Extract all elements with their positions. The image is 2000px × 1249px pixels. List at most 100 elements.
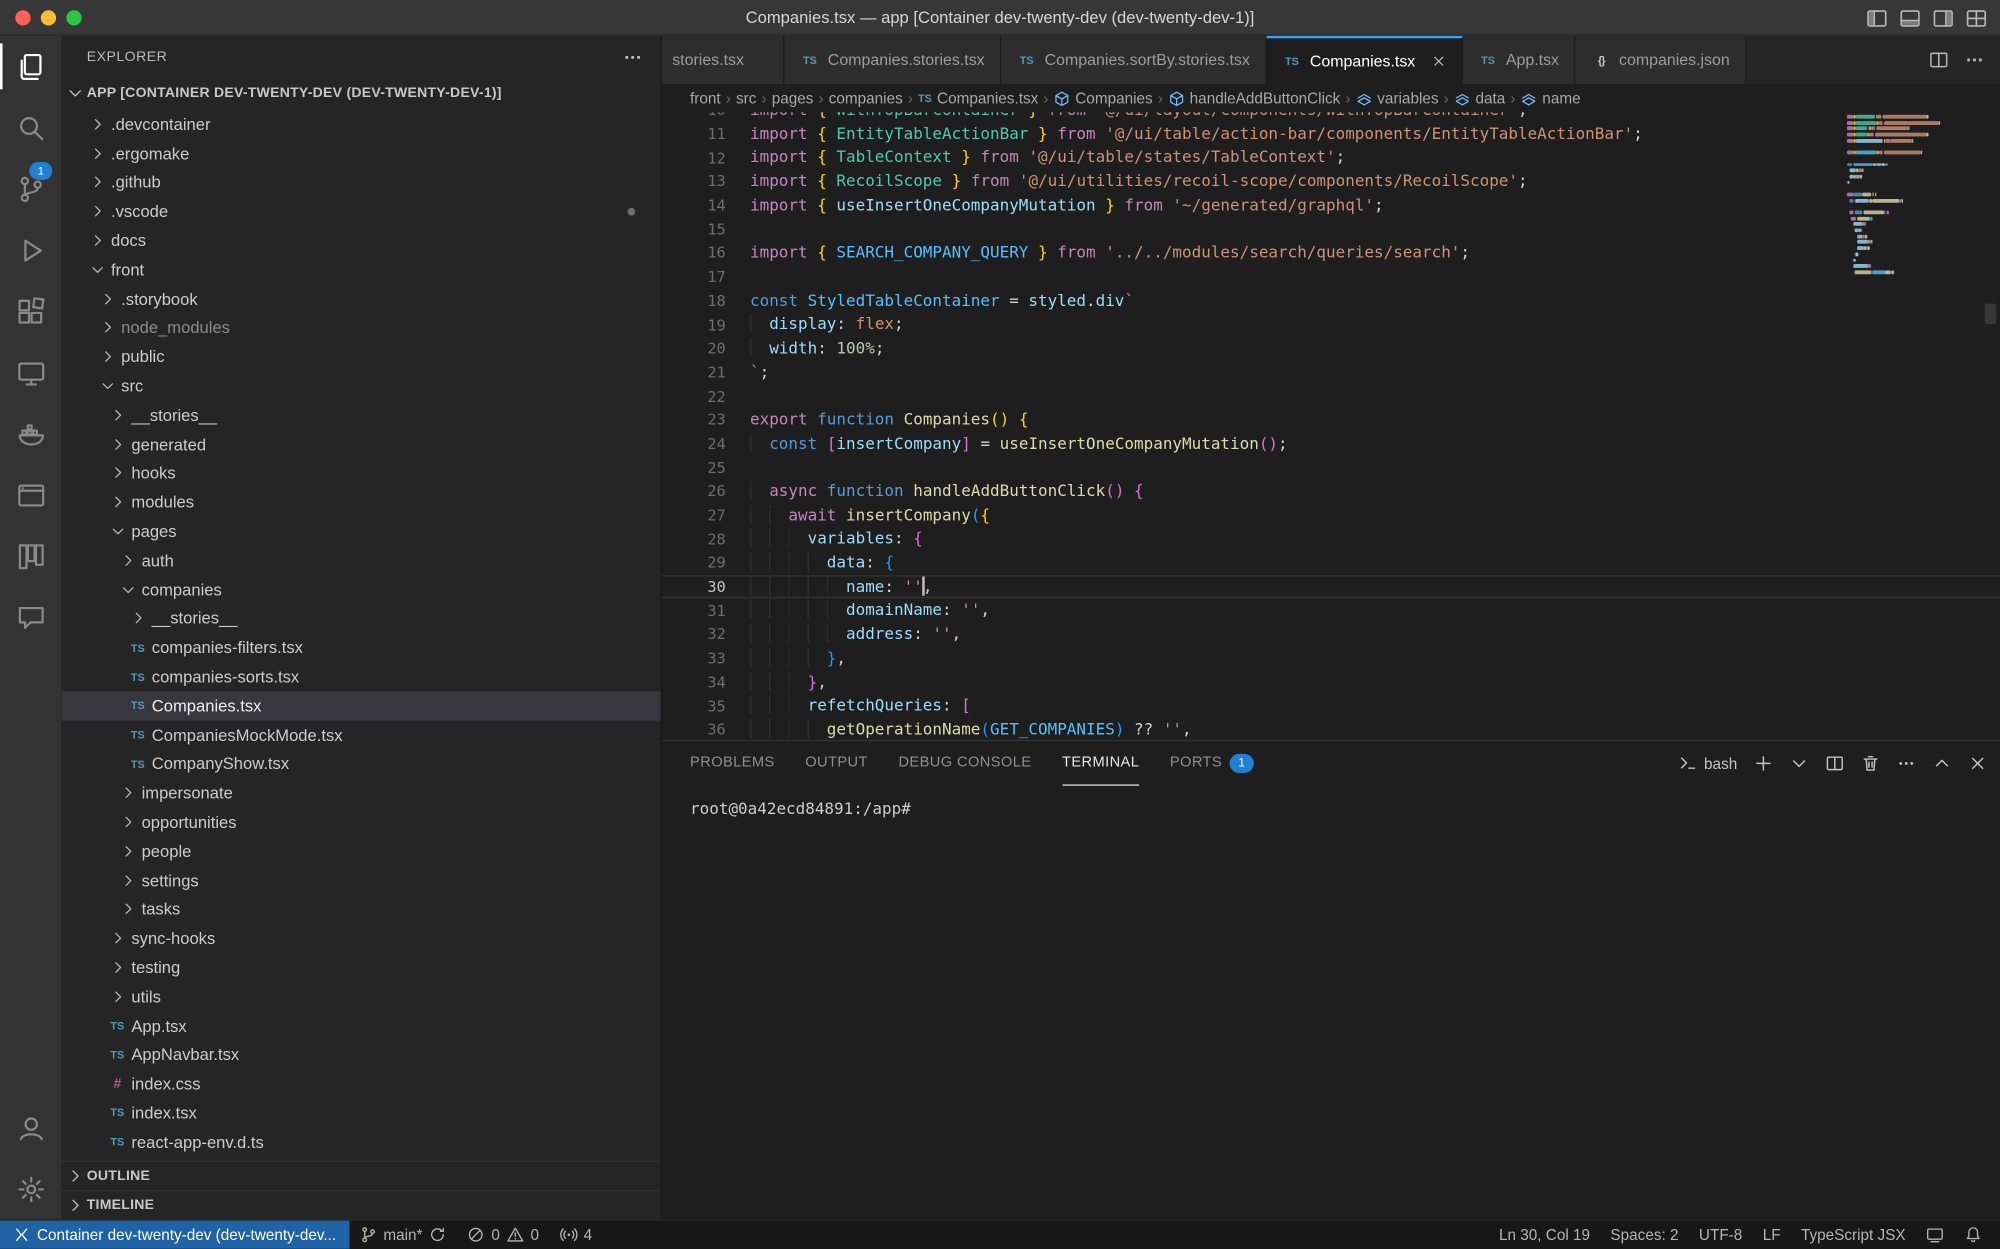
tree-folder-.ergomake[interactable]: .ergomake: [61, 139, 660, 168]
tree-folder-people[interactable]: people: [61, 837, 660, 866]
tree-folder-public[interactable]: public: [61, 342, 660, 371]
tree-folder-sync-hooks[interactable]: sync-hooks: [61, 924, 660, 953]
status-screencast[interactable]: [1916, 1221, 1954, 1249]
tree-file-Companies.tsx[interactable]: TSCompanies.tsx: [61, 691, 660, 720]
tab-Companies.tsx[interactable]: TSCompanies.tsx: [1266, 36, 1462, 84]
tree-folder-.github[interactable]: .github: [61, 168, 660, 197]
tree-file-AppNavbar.tsx[interactable]: TSAppNavbar.tsx: [61, 1040, 660, 1069]
split-editor-icon[interactable]: [1929, 50, 1949, 70]
tree-folder-modules[interactable]: modules: [61, 488, 660, 517]
breadcrumb-item-name[interactable]: name: [1521, 89, 1581, 107]
toggle-sidebar-icon[interactable]: [1866, 7, 1888, 29]
breadcrumb-item-companies[interactable]: companies: [829, 89, 903, 107]
panel-tab-problems[interactable]: PROBLEMS: [690, 741, 775, 786]
tab-Companies.sortBy.stories.tsx[interactable]: TSCompanies.sortBy.stories.tsx: [1001, 36, 1266, 84]
tab-stories.tsx[interactable]: stories.tsx: [662, 36, 784, 84]
terminal-dropdown-icon[interactable]: [1790, 754, 1809, 773]
tree-file-react-app-env.d.ts[interactable]: TSreact-app-env.d.ts: [61, 1127, 660, 1156]
panel-more-actions-icon[interactable]: [1897, 754, 1916, 773]
activity-account-icon[interactable]: [0, 1097, 61, 1158]
activity-settings-icon[interactable]: [0, 1158, 61, 1219]
code-line[interactable]: 10import { WithTopBarContainer } from '@…: [662, 112, 2000, 122]
code-line[interactable]: 28 variables: {: [662, 527, 2000, 551]
tab-App.tsx[interactable]: TSApp.tsx: [1462, 36, 1575, 84]
tree-file-index.css[interactable]: #index.css: [61, 1069, 660, 1098]
tree-folder-front[interactable]: front: [61, 255, 660, 284]
tree-folder-generated[interactable]: generated: [61, 430, 660, 459]
kill-terminal-icon[interactable]: [1861, 754, 1880, 773]
code-line[interactable]: 21`;: [662, 360, 2000, 384]
status-remote[interactable]: Container dev-twenty-dev (dev-twenty-dev…: [0, 1221, 349, 1249]
tree-folder-.storybook[interactable]: .storybook: [61, 284, 660, 313]
status-language-mode[interactable]: TypeScript JSX: [1791, 1221, 1916, 1249]
breadcrumb-item-Companies.tsx[interactable]: TSCompanies.tsx: [918, 89, 1038, 107]
breadcrumb-item-handleAddButtonClick[interactable]: handleAddButtonClick: [1168, 89, 1340, 107]
split-terminal-icon[interactable]: [1825, 754, 1844, 773]
code-line[interactable]: 34 },: [662, 670, 2000, 694]
breadcrumb-item-data[interactable]: data: [1454, 89, 1505, 107]
breadcrumb-item-src[interactable]: src: [736, 89, 756, 107]
code-line[interactable]: 26 async function handleAddButtonClick()…: [662, 480, 2000, 504]
close-icon[interactable]: [1431, 54, 1446, 69]
toggle-secondary-sidebar-icon[interactable]: [1932, 7, 1954, 29]
code-line[interactable]: 15: [662, 217, 2000, 241]
activity-docker-icon[interactable]: [0, 403, 61, 464]
activity-explorer-icon[interactable]: [0, 36, 61, 97]
tree-folder-pages[interactable]: pages: [61, 517, 660, 546]
explorer-section-header[interactable]: APP [CONTAINER DEV-TWENTY-DEV (DEV-TWENT…: [61, 79, 660, 107]
customize-layout-icon[interactable]: [1966, 7, 1988, 29]
tree-folder-__stories__[interactable]: __stories__: [61, 400, 660, 429]
code-line[interactable]: 33 },: [662, 646, 2000, 670]
tab-companies.json[interactable]: {}companies.json: [1576, 36, 1747, 84]
tree-file-CompaniesMockMode.tsx[interactable]: TSCompaniesMockMode.tsx: [61, 720, 660, 749]
tree-folder-hooks[interactable]: hooks: [61, 459, 660, 488]
code-line[interactable]: 31 domainName: '',: [662, 599, 2000, 623]
maximize-panel-icon[interactable]: [1932, 754, 1951, 773]
tree-folder-auth[interactable]: auth: [61, 546, 660, 575]
code-line[interactable]: 12import { TableContext } from '@/ui/tab…: [662, 146, 2000, 170]
activity-kanban-icon[interactable]: [0, 526, 61, 587]
status-ports-forwarded[interactable]: 4: [549, 1221, 602, 1249]
panel-tab-output[interactable]: OUTPUT: [805, 741, 868, 786]
status-indentation[interactable]: Spaces: 2: [1600, 1221, 1688, 1249]
code-line[interactable]: 27 await insertCompany({: [662, 503, 2000, 527]
code-line[interactable]: 30 name: '',: [662, 575, 2000, 599]
tree-file-App.tsx[interactable]: TSApp.tsx: [61, 1011, 660, 1040]
zoom-window-button[interactable]: [66, 10, 81, 25]
tree-folder-companies[interactable]: companies: [61, 575, 660, 604]
code-line[interactable]: 32 address: '',: [662, 623, 2000, 647]
activity-remote-explorer-icon[interactable]: [0, 342, 61, 403]
tree-file-companies-sorts.tsx[interactable]: TScompanies-sorts.tsx: [61, 662, 660, 691]
tree-folder-impersonate[interactable]: impersonate: [61, 778, 660, 807]
code-line[interactable]: 25: [662, 456, 2000, 480]
activity-run-debug-icon[interactable]: [0, 219, 61, 280]
status-cursor-position[interactable]: Ln 30, Col 19: [1489, 1221, 1600, 1249]
code-line[interactable]: 20 width: 100%;: [662, 337, 2000, 361]
timeline-section[interactable]: TIMELINE: [61, 1190, 660, 1219]
toggle-panel-icon[interactable]: [1899, 7, 1921, 29]
panel-tab-debug-console[interactable]: DEBUG CONSOLE: [898, 741, 1031, 786]
minimap[interactable]: [1847, 115, 1980, 740]
status-notifications[interactable]: [1954, 1221, 1992, 1249]
code-line[interactable]: 36 getOperationName(GET_COMPANIES) ?? ''…: [662, 718, 2000, 740]
activity-extensions-icon[interactable]: [0, 281, 61, 342]
tree-folder-utils[interactable]: utils: [61, 982, 660, 1011]
panel-tab-ports[interactable]: PORTS1: [1170, 741, 1254, 786]
tree-file-companies-filters.tsx[interactable]: TScompanies-filters.tsx: [61, 633, 660, 662]
tree-file-index.tsx[interactable]: TSindex.tsx: [61, 1098, 660, 1127]
minimize-window-button[interactable]: [41, 10, 56, 25]
tree-folder-__stories__[interactable]: __stories__: [61, 604, 660, 633]
tree-folder-.devcontainer[interactable]: .devcontainer: [61, 110, 660, 139]
tree-folder-node_modules[interactable]: node_modules: [61, 313, 660, 342]
status-encoding[interactable]: UTF-8: [1689, 1221, 1753, 1249]
shell-selector[interactable]: bash: [1679, 754, 1738, 773]
terminal-content[interactable]: root@0a42ecd84891:/app#: [662, 786, 2000, 1220]
code-line[interactable]: 23export function Companies() {: [662, 408, 2000, 432]
tree-folder-tasks[interactable]: tasks: [61, 895, 660, 924]
scrollbar-thumb[interactable]: [1985, 304, 1996, 324]
code-line[interactable]: 18const StyledTableContainer = styled.di…: [662, 289, 2000, 313]
code-line[interactable]: 17: [662, 265, 2000, 289]
code-line[interactable]: 35 refetchQueries: [: [662, 694, 2000, 718]
panel-tab-terminal[interactable]: TERMINAL: [1062, 741, 1139, 786]
code-line[interactable]: 22: [662, 384, 2000, 408]
